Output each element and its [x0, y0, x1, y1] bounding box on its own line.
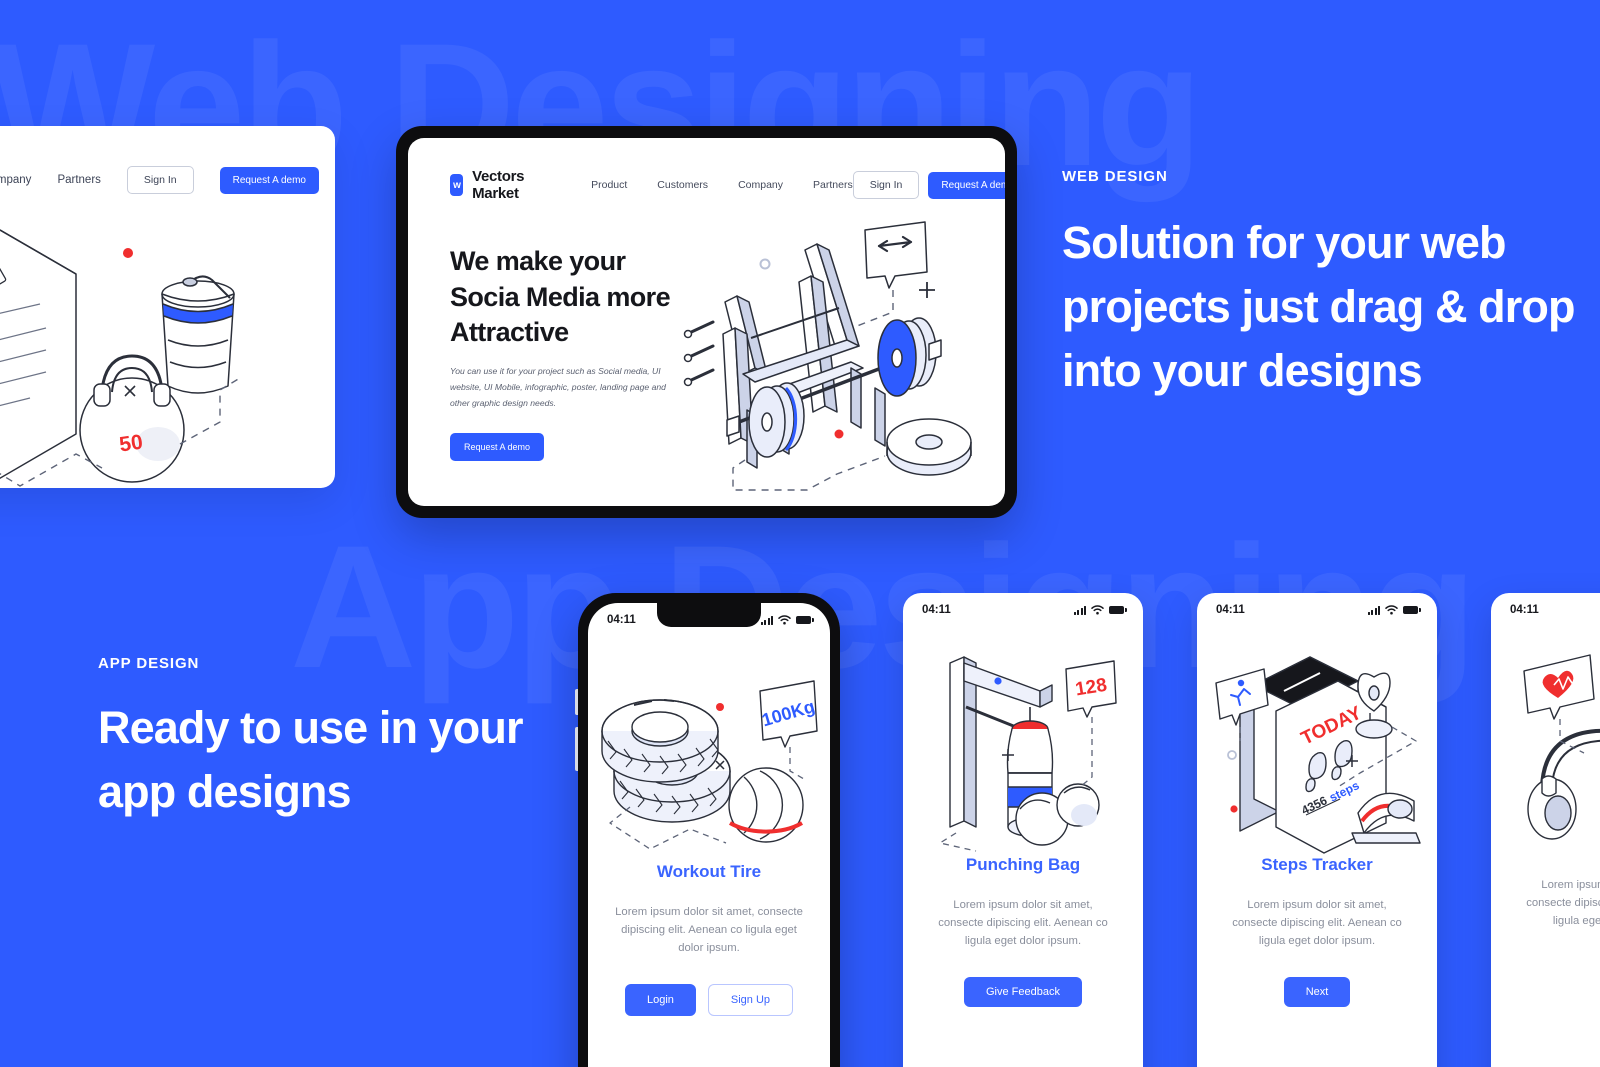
give-feedback-button[interactable]: Give Feedback: [964, 976, 1082, 1007]
left-request-demo-button[interactable]: Request A demo: [219, 166, 319, 194]
promo-web-design: WEB DESIGN Solution for your web project…: [1062, 168, 1582, 403]
battery-icon: [1109, 606, 1127, 614]
phone-mockup-punching-bag: 04:11 128 Punching Bag Lorem ipsum dolor…: [903, 593, 1143, 1067]
login-button[interactable]: Login: [624, 983, 696, 1016]
phone-mockup-workout-tire: 04:11 100Kg Workout Tire Lorem ipsum dol…: [575, 593, 840, 1067]
phone-3-body: TODAY 4356 steps Steps Tracker Lorem ips…: [1197, 627, 1437, 1067]
phone-1-buttons: Login Sign Up: [624, 983, 794, 1016]
wifi-icon: [1091, 605, 1104, 615]
phone-mockup-heartrate: 04:11 Lorem ipsu consecte dipis ligula e…: [1491, 593, 1600, 1067]
hero-title-line-1: We make your: [450, 246, 626, 276]
phone-4-description: Lorem ipsum dolor sit amet, consecte dip…: [1526, 879, 1600, 927]
hero-copy-block: We make your Socia Media more Attractive…: [450, 244, 675, 461]
left-browser-card: stomers Company Partners Sign In Request…: [0, 126, 335, 488]
status-clock: 04:11: [1216, 604, 1245, 616]
phone-2-buttons: Give Feedback: [964, 976, 1082, 1007]
hero-title-line-2: Socia Media more: [450, 281, 671, 312]
status-system-icons: [761, 615, 814, 625]
promo-web-headline: Solution for your web projects just drag…: [1062, 217, 1575, 396]
signal-icon: [1074, 605, 1086, 615]
status-clock: 04:11: [1510, 604, 1539, 616]
phone-1-statusbar: 04:11: [588, 603, 830, 637]
svg-text:50: 50: [118, 431, 144, 457]
hero-illustration-bench-press: [683, 221, 972, 491]
battery-icon: [1403, 606, 1421, 614]
promo-web-eyebrow: WEB DESIGN: [1062, 168, 1168, 185]
hero-nav-links: Product Customers Company Partners: [591, 179, 853, 191]
phone-4-statusbar: 04:11: [1491, 593, 1600, 627]
left-card-nav: stomers Company Partners Sign In Request…: [0, 166, 319, 194]
left-nav-item-company[interactable]: Company: [0, 174, 31, 186]
phone-1-screen: 04:11 100Kg Workout Tire Lorem ipsum dol…: [588, 603, 830, 1067]
next-button[interactable]: Next: [1283, 976, 1351, 1007]
status-clock: 04:11: [607, 614, 636, 626]
phone-1-description: Lorem ipsum dolor sit amet, consecte dip…: [615, 906, 803, 954]
hero-title: We make your Socia Media more Attractive: [450, 244, 675, 351]
promo-app-design: APP DESIGN Ready to use in your app desi…: [98, 655, 558, 824]
phone-2-body: 128 Punching Bag Lorem ipsum dolor sit a…: [903, 627, 1143, 1067]
hero-title-line-3: Attractive: [450, 317, 569, 348]
phone-4-body: Lorem ipsum dolor sit amet, consecte dip…: [1491, 627, 1600, 1067]
wifi-icon: [1385, 605, 1398, 615]
phone-3-statusbar: 04:11: [1197, 593, 1437, 627]
phone-2-statusbar: 04:11: [903, 593, 1143, 627]
illustration-headphones-heartrate: [1523, 654, 1600, 840]
signal-icon: [1368, 605, 1380, 615]
hero-navbar: w Vectors Market Product Customers Compa…: [450, 168, 1005, 202]
wifi-icon: [778, 615, 791, 625]
nav-item-product[interactable]: Product: [591, 179, 627, 191]
left-sign-in-button[interactable]: Sign In: [126, 166, 194, 194]
hero-subtitle: You can use it for your project such as …: [450, 365, 666, 408]
nav-item-company[interactable]: Company: [738, 179, 783, 191]
vectors-market-mark-icon: w: [450, 174, 464, 196]
phone-3-buttons: Next: [1283, 976, 1351, 1007]
hero-cta-button[interactable]: Request A demo: [450, 432, 545, 461]
promo-app-eyebrow: APP DESIGN: [98, 655, 200, 672]
phone-2-title: Punching Bag: [965, 855, 1081, 874]
left-card-illustration: 50: [0, 229, 241, 487]
phone-3-description: Lorem ipsum dolor sit amet, consecte dip…: [1232, 899, 1402, 947]
hero-request-demo-button[interactable]: Request A demo: [928, 171, 1005, 199]
status-clock: 04:11: [922, 604, 951, 616]
illustration-punching-bag: 128: [939, 656, 1117, 852]
illustration-workout-tires: 100Kg: [601, 680, 818, 850]
promo-app-headline: Ready to use in your app designs: [98, 702, 524, 817]
signal-icon: [761, 615, 773, 625]
phone-1-body: 100Kg Workout Tire Lorem ipsum dolor sit…: [588, 637, 830, 1067]
phone-mockup-steps-tracker: 04:11 TODAY 4356 steps Steps Tracker Lor…: [1197, 593, 1437, 1067]
hero-device-frame: w Vectors Market Product Customers Compa…: [396, 126, 1017, 518]
phone-3-title: Steps Tracker: [1261, 855, 1373, 874]
battery-icon: [796, 616, 814, 624]
phone-1-title: Workout Tire: [656, 862, 762, 881]
illustration-steps-tracker: TODAY 4356 steps: [1215, 656, 1421, 854]
status-system-icons: [1368, 605, 1421, 615]
brand-logo[interactable]: w Vectors Market: [450, 168, 533, 202]
hero-nav-actions: Sign In Request A demo: [852, 171, 1005, 199]
status-system-icons: [1074, 605, 1127, 615]
left-nav-item-partners[interactable]: Partners: [57, 174, 100, 186]
hero-screen: w Vectors Market Product Customers Compa…: [408, 138, 1005, 506]
sign-up-button[interactable]: Sign Up: [707, 983, 794, 1016]
nav-item-partners[interactable]: Partners: [813, 179, 853, 191]
hero-sign-in-button[interactable]: Sign In: [852, 171, 920, 199]
brand-name: Vectors Market: [472, 168, 525, 202]
phone-2-description: Lorem ipsum dolor sit amet, consecte dip…: [938, 899, 1108, 947]
nav-item-customers[interactable]: Customers: [657, 179, 708, 191]
